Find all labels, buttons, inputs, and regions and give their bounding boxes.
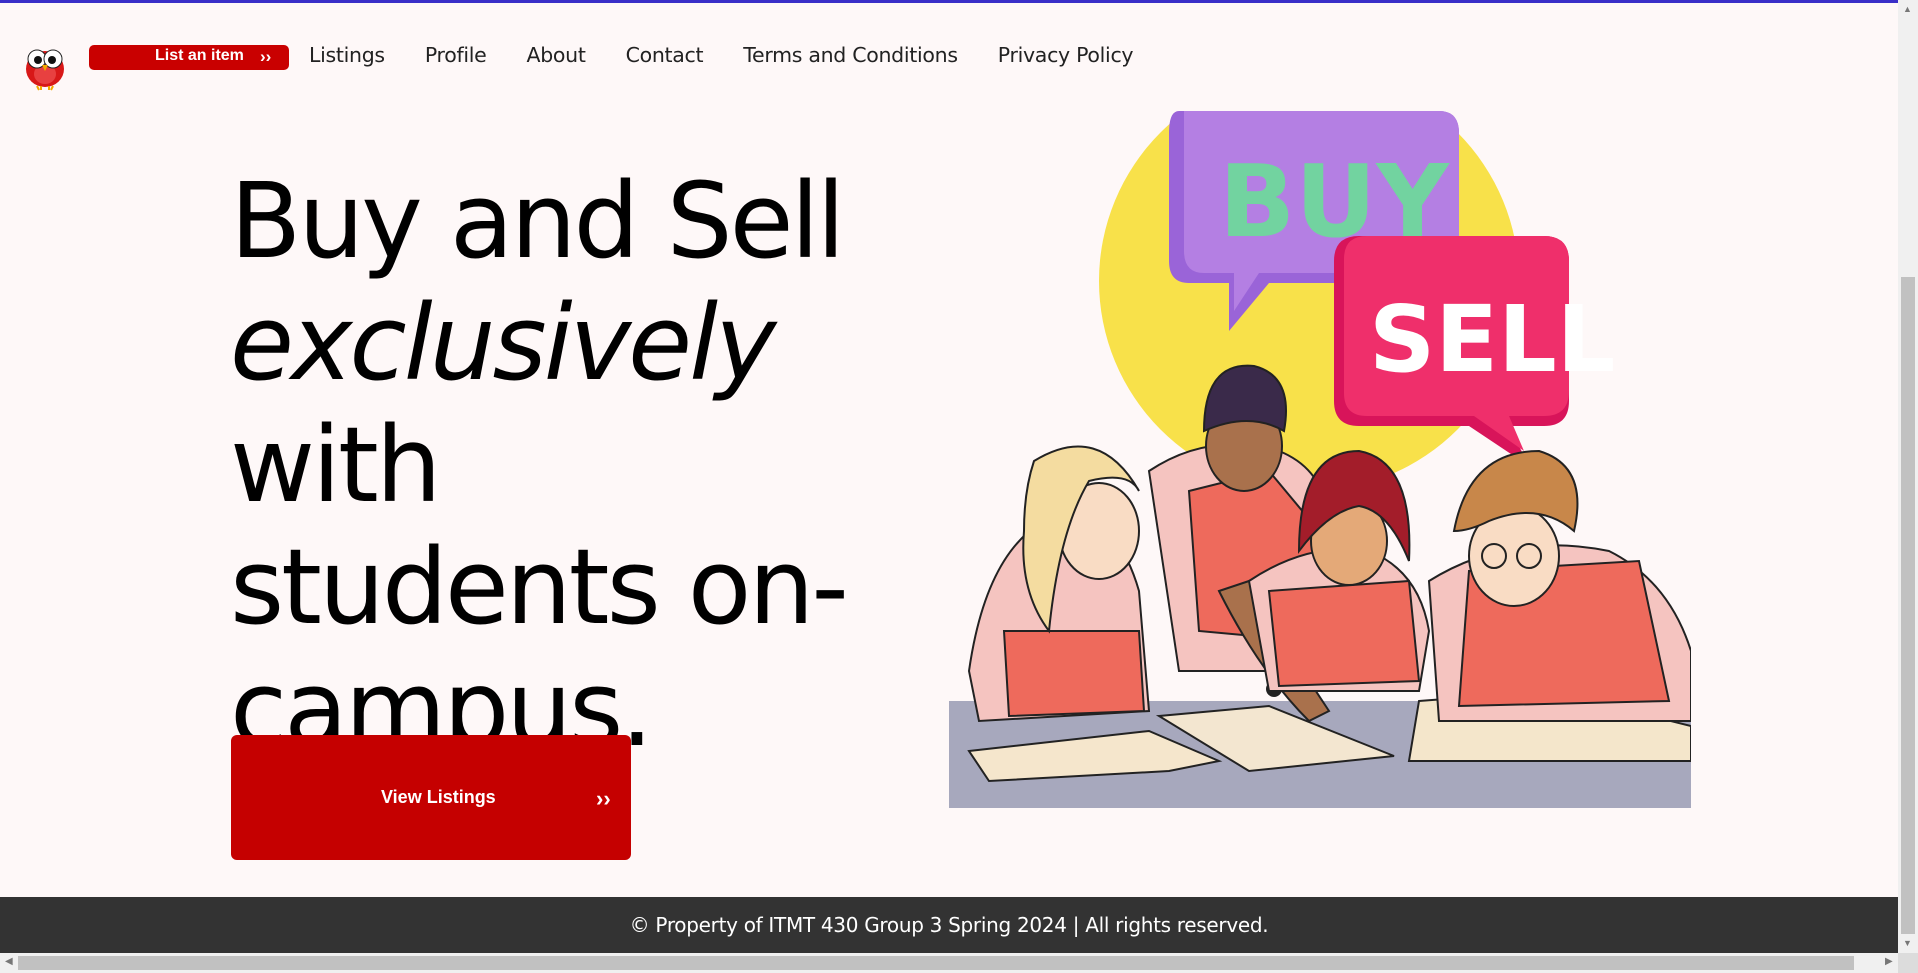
students-illustration: BUY SELL: [949, 111, 1691, 808]
view-listings-button[interactable]: View Listings ››: [231, 735, 631, 860]
hero-line-1: Buy and Sell: [230, 160, 845, 282]
scroll-up-icon[interactable]: ▲: [1903, 4, 1912, 14]
vertical-scroll-thumb[interactable]: [1901, 277, 1915, 934]
scroll-left-icon[interactable]: ◀: [5, 956, 13, 967]
nav-link-profile[interactable]: Profile: [425, 43, 487, 67]
owl-logo-icon[interactable]: [20, 41, 70, 91]
nav-link-privacy[interactable]: Privacy Policy: [998, 43, 1134, 67]
nav-link-contact[interactable]: Contact: [626, 43, 704, 67]
hero-heading: Buy and Sell exclusively with students o…: [230, 160, 930, 770]
chevron-right-icon: ››: [596, 786, 611, 811]
scroll-down-icon[interactable]: ▼: [1903, 938, 1912, 948]
nav-link-terms[interactable]: Terms and Conditions: [743, 43, 958, 67]
hero-emphasis: exclusively: [230, 282, 777, 404]
footer-copyright: © Property of ITMT 430 Group 3 Spring 20…: [629, 913, 1269, 937]
nav-link-about[interactable]: About: [526, 43, 585, 67]
horizontal-scrollbar[interactable]: ◀ ▶: [0, 953, 1918, 973]
horizontal-scroll-thumb[interactable]: [18, 956, 1854, 970]
navbar: List an item ›› Listings Profile About C…: [0, 3, 1898, 111]
view-listings-label: View Listings: [381, 787, 496, 807]
nav-link-listings[interactable]: Listings: [309, 43, 385, 67]
scroll-right-icon[interactable]: ▶: [1885, 956, 1893, 967]
scrollbar-corner: [1898, 953, 1918, 973]
list-an-item-button[interactable]: List an item ››: [89, 45, 289, 70]
vertical-scrollbar[interactable]: ▲ ▼: [1898, 0, 1918, 953]
hero-line-2-rest: with: [230, 404, 442, 526]
chevron-right-icon: ››: [260, 47, 272, 66]
nav-links: Listings Profile About Contact Terms and…: [309, 43, 1173, 67]
list-an-item-label: List an item: [155, 47, 244, 64]
sell-bubble-text: SELL: [1369, 286, 1615, 393]
hero-line-3: students on-: [230, 526, 849, 648]
site-footer: © Property of ITMT 430 Group 3 Spring 20…: [0, 897, 1898, 953]
